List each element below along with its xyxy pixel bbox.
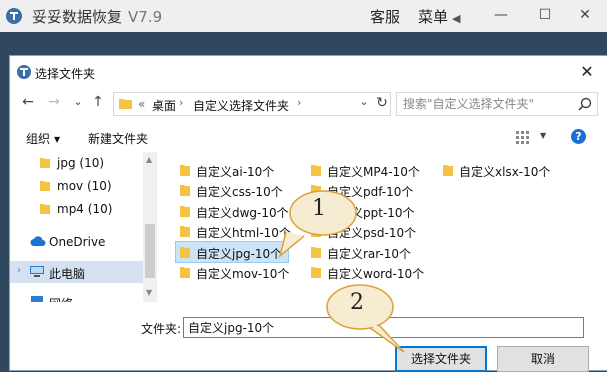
folder-icon bbox=[180, 206, 190, 217]
app-logo-icon bbox=[6, 8, 22, 24]
dialog-titlebar: 选择文件夹 ✕ bbox=[10, 56, 607, 88]
forward-button[interactable]: → bbox=[46, 94, 62, 110]
help-icon[interactable]: ? bbox=[571, 129, 586, 144]
folder-item-css[interactable]: 自定义css-10个 bbox=[176, 180, 283, 200]
scrollbar-thumb[interactable] bbox=[145, 224, 155, 278]
folder-icon bbox=[180, 185, 190, 196]
navigation-pane: jpg (10) mov (10) mp4 (10) OneDrive › 此电… bbox=[10, 152, 157, 302]
new-folder-button[interactable]: 新建文件夹 bbox=[88, 130, 148, 147]
folder-item-label: 自定义html-10个 bbox=[196, 226, 291, 240]
callout-2-bubble bbox=[326, 284, 405, 353]
folder-item-label: 自定义ai-10个 bbox=[196, 165, 275, 179]
address-segment-desktop[interactable]: 桌面 bbox=[152, 97, 176, 114]
expand-chevron-icon[interactable]: › bbox=[17, 265, 21, 276]
cloud-icon bbox=[30, 236, 46, 246]
folder-icon bbox=[119, 99, 132, 109]
folder-icon bbox=[40, 181, 50, 191]
folder-icon bbox=[311, 165, 321, 176]
folder-item-label: 自定义MP4-10个 bbox=[327, 165, 420, 179]
folder-item-mov[interactable]: 自定义mov-10个 bbox=[176, 262, 289, 282]
folder-item-jpg[interactable]: 自定义jpg-10个 bbox=[175, 241, 289, 263]
search-input[interactable] bbox=[403, 96, 573, 111]
menu-arrow-icon: ◀ bbox=[452, 12, 461, 25]
nav-item-this-pc[interactable]: › 此电脑 bbox=[10, 261, 143, 283]
folder-icon bbox=[180, 226, 190, 237]
folder-item-dwg[interactable]: 自定义dwg-10个 bbox=[176, 201, 289, 221]
nav-item-mp4[interactable]: mp4 (10) bbox=[10, 198, 143, 220]
network-icon bbox=[31, 296, 43, 302]
app-title: 妥妥数据恢复 V7.9 bbox=[32, 8, 163, 26]
nav-item-onedrive[interactable]: OneDrive bbox=[10, 231, 143, 253]
folder-item-word[interactable]: 自定义word-10个 bbox=[307, 262, 427, 282]
nav-item-mov[interactable]: mov (10) bbox=[10, 175, 143, 197]
folder-icon bbox=[180, 247, 190, 258]
dropdown-arrow-icon: ▼ bbox=[540, 131, 547, 140]
callout-1-label: 1 bbox=[312, 196, 326, 221]
view-options-button[interactable]: ▼ bbox=[514, 129, 548, 145]
folder-icon bbox=[180, 165, 190, 176]
scroll-down-icon[interactable]: ▼ bbox=[146, 288, 152, 297]
nav-item-label: mp4 (10) bbox=[57, 202, 113, 216]
computer-icon bbox=[30, 266, 44, 277]
nav-item-label: OneDrive bbox=[49, 235, 106, 249]
minimize-button[interactable]: — bbox=[490, 4, 512, 26]
dialog-app-icon bbox=[17, 65, 31, 79]
scroll-up-icon[interactable]: ▲ bbox=[146, 155, 152, 164]
folder-item-label: 自定义mov-10个 bbox=[196, 267, 290, 281]
folder-item-xlsx[interactable]: 自定义xlsx-10个 bbox=[439, 160, 559, 180]
app-titlebar: 妥妥数据恢复 V7.9 客服 菜单 ◀ — ☐ ✕ bbox=[0, 0, 607, 32]
address-chevron-icon[interactable]: › bbox=[179, 96, 183, 109]
nav-item-label: mov (10) bbox=[57, 179, 112, 193]
dialog-title: 选择文件夹 bbox=[35, 67, 96, 81]
folder-icon bbox=[40, 204, 50, 214]
address-chevron-icon[interactable]: › bbox=[297, 96, 301, 109]
refresh-button[interactable]: ↻ bbox=[374, 93, 390, 113]
view-grid-icon bbox=[516, 131, 529, 144]
app-background bbox=[0, 32, 607, 56]
folder-field-label: 文件夹: bbox=[141, 322, 182, 336]
select-folder-dialog: 选择文件夹 ✕ ← → ⌄ ↑ « 桌面 › 自定义选择文件夹 › ⌄ ↻ 组织… bbox=[10, 56, 607, 372]
folder-item-mp4[interactable]: 自定义MP4-10个 bbox=[307, 160, 422, 180]
nav-item-label: 网络 bbox=[49, 295, 73, 302]
nav-item-network[interactable]: 网络 bbox=[10, 291, 143, 302]
navigation-scrollbar[interactable]: ▲ ▼ bbox=[143, 152, 157, 302]
cancel-button[interactable]: 取消 bbox=[497, 346, 589, 372]
search-box[interactable] bbox=[396, 92, 598, 116]
search-icon[interactable] bbox=[577, 96, 593, 112]
up-button[interactable]: ↑ bbox=[90, 94, 106, 110]
nav-item-label: 此电脑 bbox=[49, 267, 86, 281]
organize-button[interactable]: 组织 ▼ bbox=[26, 130, 60, 147]
folder-icon bbox=[40, 158, 50, 168]
app-close-button[interactable]: ✕ bbox=[574, 4, 596, 26]
address-bar[interactable]: « 桌面 › 自定义选择文件夹 › bbox=[113, 92, 391, 116]
address-overflow[interactable]: « bbox=[138, 97, 145, 111]
dialog-close-button[interactable]: ✕ bbox=[578, 63, 596, 81]
recent-locations-button[interactable]: ⌄ bbox=[70, 94, 86, 110]
address-segment-custom-folder[interactable]: 自定义选择文件夹 bbox=[193, 97, 289, 114]
folder-item-label: 自定义dwg-10个 bbox=[196, 206, 289, 220]
folder-item-ai[interactable]: 自定义ai-10个 bbox=[176, 160, 281, 180]
nav-item-jpg[interactable]: jpg (10) bbox=[10, 152, 143, 174]
address-dropdown-button[interactable]: ⌄ bbox=[356, 92, 372, 112]
folder-item-label: 自定义xlsx-10个 bbox=[459, 165, 551, 179]
select-folder-button[interactable]: 选择文件夹 bbox=[395, 346, 487, 372]
folder-icon bbox=[443, 165, 453, 176]
callout-2-label: 2 bbox=[350, 290, 364, 315]
app-version: V7.9 bbox=[128, 8, 163, 26]
maximize-button[interactable]: ☐ bbox=[534, 4, 556, 26]
customer-service-link[interactable]: 客服 bbox=[370, 6, 400, 27]
folder-icon bbox=[311, 267, 321, 278]
folder-item-html[interactable]: 自定义html-10个 bbox=[176, 221, 291, 241]
folder-item-label: 自定义css-10个 bbox=[196, 185, 283, 199]
nav-item-label: jpg (10) bbox=[57, 156, 105, 170]
folder-icon bbox=[180, 267, 190, 278]
folder-item-label: 自定义jpg-10个 bbox=[196, 247, 283, 261]
dropdown-arrow-icon: ▼ bbox=[54, 135, 61, 144]
back-button[interactable]: ← bbox=[20, 94, 36, 110]
menu-link[interactable]: 菜单 ◀ bbox=[418, 6, 460, 27]
folder-item-label: 自定义word-10个 bbox=[327, 267, 425, 281]
